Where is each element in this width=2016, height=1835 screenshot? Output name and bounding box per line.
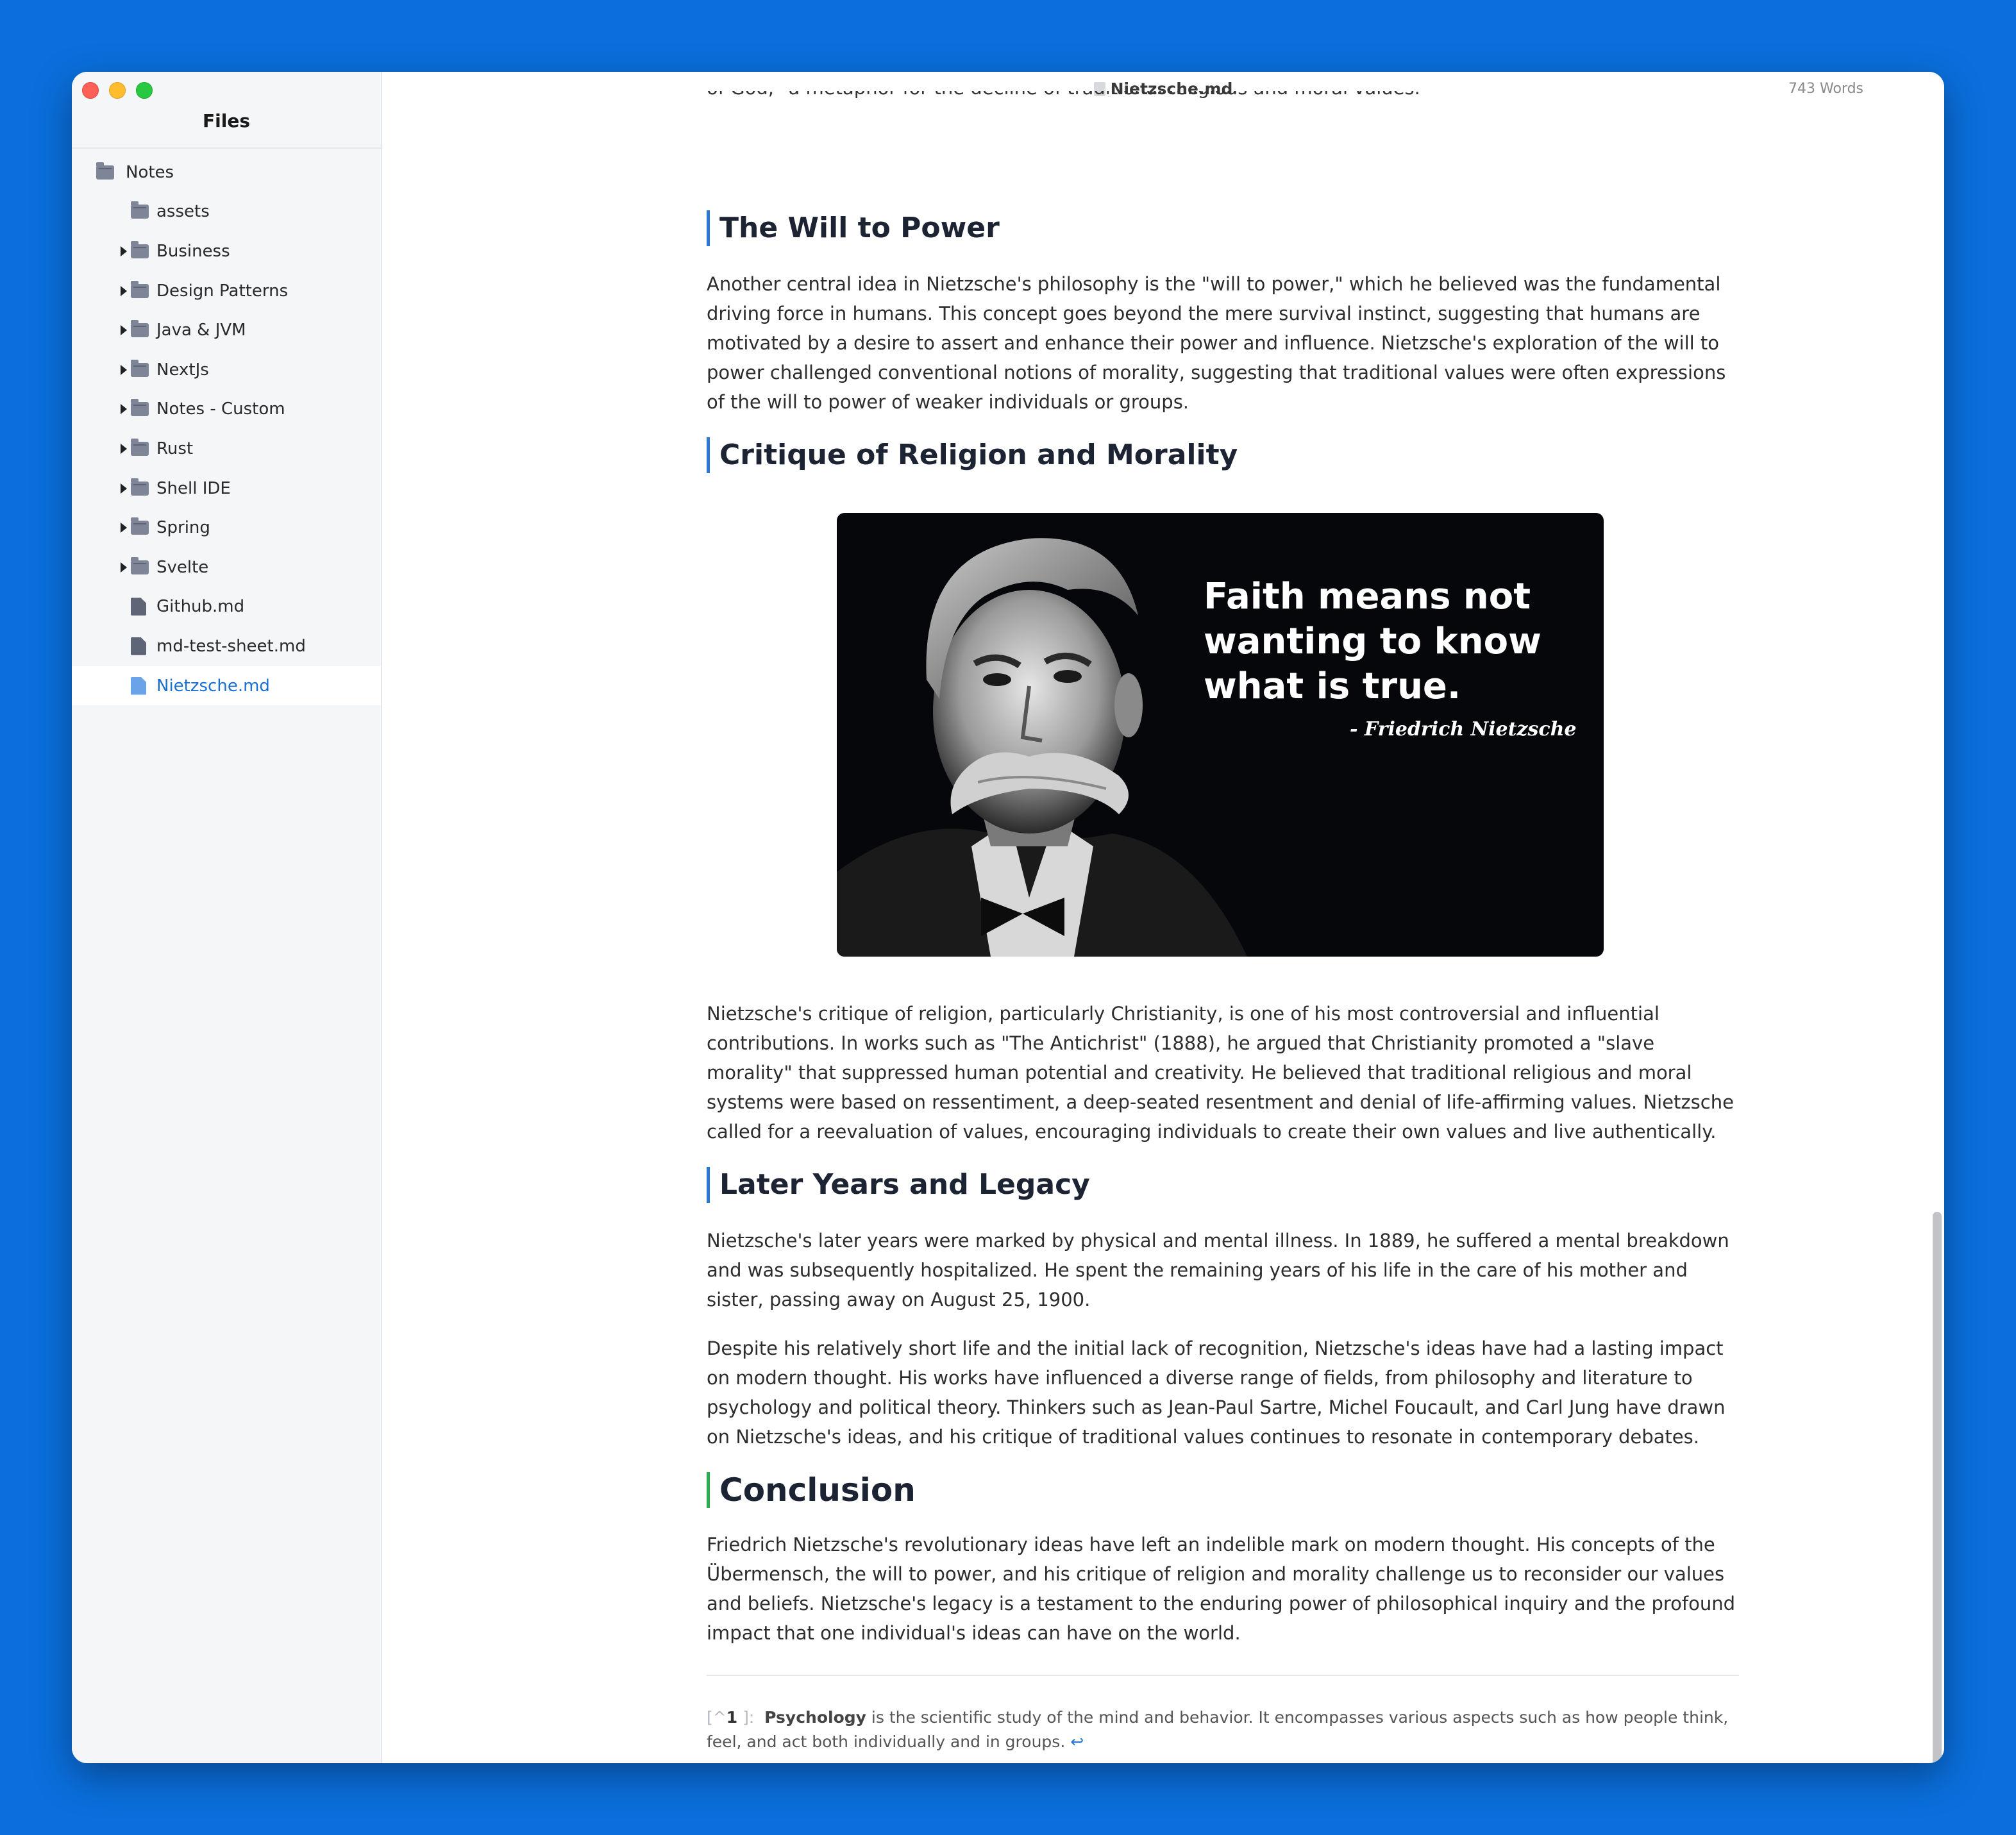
sidebar-folder-item[interactable]: Design Patterns — [72, 271, 381, 311]
vertical-scrollbar[interactable] — [1929, 110, 1944, 1763]
scrollbar-thumb[interactable] — [1933, 1212, 1942, 1763]
sidebar-item-label: Svelte — [156, 557, 209, 577]
sidebar-item-label: Shell IDE — [156, 478, 231, 498]
app-window: Files Notes assets Business Design Patterns… — [72, 72, 1944, 1763]
footnote-divider — [707, 1675, 1739, 1676]
sidebar-item-label: Rust — [156, 439, 194, 458]
folder-icon — [131, 320, 149, 338]
nietzsche-quote-image: Faith means not wanting to know what is … — [837, 513, 1604, 957]
word-count: 743 Words — [1788, 81, 1863, 97]
heading-will-to-power: The Will to Power — [707, 210, 1000, 246]
sidebar-file-item[interactable]: Nietzsche.md — [72, 666, 381, 706]
file-icon — [131, 598, 146, 616]
paragraph-later-years-1: Nietzsche's later years were marked by p… — [707, 1230, 1729, 1311]
folder-icon — [131, 517, 149, 535]
disclosure-arrow-icon[interactable] — [121, 483, 127, 494]
file-icon — [131, 637, 146, 655]
sidebar-item-label: Java & JVM — [156, 321, 246, 340]
sidebar-item-label: NextJs — [156, 360, 209, 380]
sidebar-folder-item[interactable]: Spring — [72, 508, 381, 548]
minimize-window-button[interactable] — [109, 82, 126, 99]
disclosure-arrow-icon[interactable] — [121, 285, 127, 296]
sidebar-item-label: Notes — [126, 162, 174, 182]
paragraph-partial: of God," a metaphor for the decline of t… — [707, 91, 1739, 103]
paragraph-later-years-2: Despite his relatively short life and th… — [707, 1337, 1726, 1448]
sidebar-item-label: assets — [156, 202, 210, 222]
disclosure-arrow-icon[interactable] — [121, 325, 127, 336]
file-sidebar: Files Notes assets Business Design Patterns… — [72, 72, 382, 1763]
footnote-ref[interactable]: [^1 ]: — [707, 1708, 754, 1727]
sidebar-item-label: md-test-sheet.md — [156, 636, 306, 656]
folder-icon — [131, 557, 149, 574]
paragraph-conclusion: Friedrich Nietzsche's revolutionary idea… — [707, 1534, 1736, 1644]
footnote: [^1 ]: Psychology is the scientific stud… — [707, 1705, 1739, 1754]
folder-icon — [96, 162, 114, 180]
folder-icon — [131, 359, 149, 377]
sidebar-folder-item[interactable]: Notes - Custom — [72, 390, 381, 430]
folder-icon — [131, 240, 149, 258]
window-controls — [82, 82, 153, 99]
sidebar-item-label: Business — [156, 241, 230, 261]
sidebar-folder-item[interactable]: Shell IDE — [72, 469, 381, 508]
disclosure-arrow-icon[interactable] — [121, 443, 127, 454]
sidebar-folder-item[interactable]: Notes — [72, 153, 381, 192]
disclosure-arrow-icon[interactable] — [121, 562, 127, 573]
heading-conclusion: Conclusion — [707, 1472, 916, 1508]
image-quote-author: - Friedrich Nietzsche — [1350, 718, 1577, 741]
paragraph-will-to-power: Another central idea in Nietzsche's phil… — [707, 273, 1726, 413]
sidebar-file-item[interactable]: Github.md — [72, 587, 381, 627]
footnote-term: Psychology — [764, 1708, 866, 1727]
file-icon — [131, 676, 146, 695]
sidebar-folder-item[interactable]: Java & JVM — [72, 310, 381, 350]
close-window-button[interactable] — [82, 82, 99, 99]
sidebar-folder-item[interactable]: NextJs — [72, 350, 381, 390]
sidebar-item-label: Spring — [156, 518, 210, 538]
folder-icon — [131, 478, 149, 496]
heading-later-years: Later Years and Legacy — [707, 1167, 1090, 1203]
sidebar-folder-item[interactable]: Svelte — [72, 548, 381, 587]
folder-icon — [131, 438, 149, 456]
sidebar-file-item[interactable]: md-test-sheet.md — [72, 626, 381, 666]
disclosure-arrow-icon[interactable] — [121, 364, 127, 375]
sidebar-title: Files — [203, 110, 250, 131]
image-quote-text: Faith means not wanting to know what is … — [1204, 576, 1541, 707]
footnote-back-link-icon[interactable]: ↩ — [1070, 1732, 1084, 1751]
sidebar-item-label: Notes - Custom — [156, 399, 285, 419]
disclosure-arrow-icon[interactable] — [121, 523, 127, 533]
heading-critique-religion: Critique of Religion and Morality — [707, 437, 1238, 473]
sidebar-item-label: Design Patterns — [156, 281, 289, 301]
sidebar-folder-item[interactable]: Business — [72, 231, 381, 271]
sidebar-item-label: Nietzsche.md — [156, 676, 270, 696]
sidebar-item-label: Github.md — [156, 597, 245, 617]
zoom-window-button[interactable] — [136, 82, 153, 99]
folder-icon — [131, 201, 149, 219]
disclosure-arrow-icon[interactable] — [121, 404, 127, 415]
sidebar-divider — [72, 147, 381, 149]
paragraph-critique-religion: Nietzsche's critique of religion, partic… — [707, 1003, 1734, 1143]
file-tree: Notes assets Business Design Patterns Java &… — [72, 153, 381, 706]
editor-area: Nietzsche.md 743 Words of God," a metaph… — [382, 72, 1944, 1763]
folder-icon — [131, 399, 149, 417]
sidebar-folder-item[interactable]: assets — [72, 192, 381, 232]
sidebar-folder-item[interactable]: Rust — [72, 429, 381, 469]
folder-icon — [131, 280, 149, 298]
disclosure-arrow-icon[interactable] — [121, 246, 127, 256]
